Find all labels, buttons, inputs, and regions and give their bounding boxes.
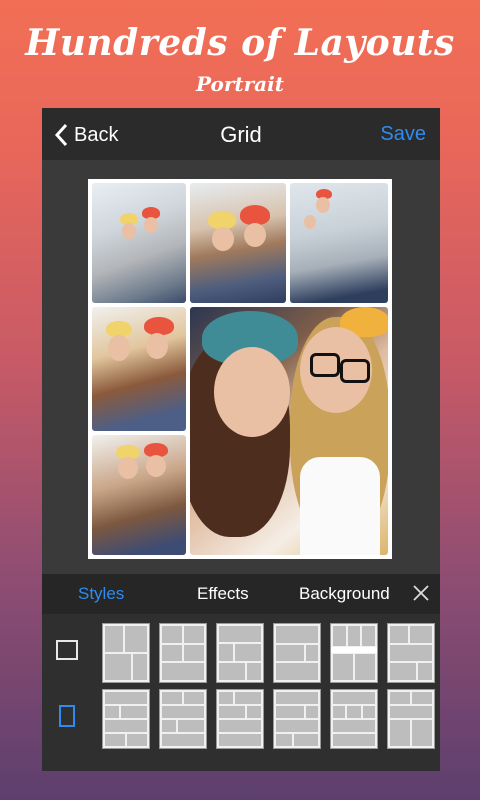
square-ratio-icon[interactable] — [56, 640, 78, 660]
app-screen: Back Grid Save Styles Effects Background — [42, 108, 440, 771]
tab-bar: Styles Effects Background — [42, 574, 440, 614]
layout-thumbnail[interactable] — [102, 623, 150, 683]
collage-photo-2[interactable] — [190, 183, 286, 303]
tab-effects[interactable]: Effects — [197, 584, 249, 604]
layout-panel — [42, 614, 440, 771]
layout-thumbnail[interactable] — [330, 623, 378, 683]
layout-thumbnail[interactable] — [216, 689, 264, 749]
layout-thumbnail[interactable] — [273, 689, 321, 749]
portrait-ratio-icon[interactable] — [59, 705, 75, 727]
layout-thumbnail[interactable] — [159, 623, 207, 683]
layout-thumbnail[interactable] — [387, 689, 435, 749]
layout-thumbnail[interactable] — [387, 623, 435, 683]
layout-thumbnail[interactable] — [159, 689, 207, 749]
collage-photo-5[interactable] — [92, 435, 186, 555]
collage-photo-6[interactable] — [190, 307, 388, 555]
collage-photo-4[interactable] — [92, 307, 186, 431]
layout-thumbnail[interactable] — [330, 689, 378, 749]
top-bar: Back Grid Save — [42, 108, 440, 160]
collage-photo-3[interactable] — [290, 183, 388, 303]
save-button[interactable]: Save — [380, 123, 426, 146]
promo-title: Hundreds of Layouts — [25, 22, 455, 64]
collage-canvas[interactable] — [88, 179, 392, 559]
layout-thumbnail[interactable] — [102, 689, 150, 749]
close-icon[interactable] — [412, 584, 430, 602]
collage-photo-1[interactable] — [92, 183, 186, 303]
promo-subtitle: Portrait — [196, 72, 284, 96]
tab-styles[interactable]: Styles — [78, 584, 124, 604]
layout-thumbnail[interactable] — [273, 623, 321, 683]
tab-background[interactable]: Background — [299, 584, 390, 604]
layout-thumbnail[interactable] — [216, 623, 264, 683]
